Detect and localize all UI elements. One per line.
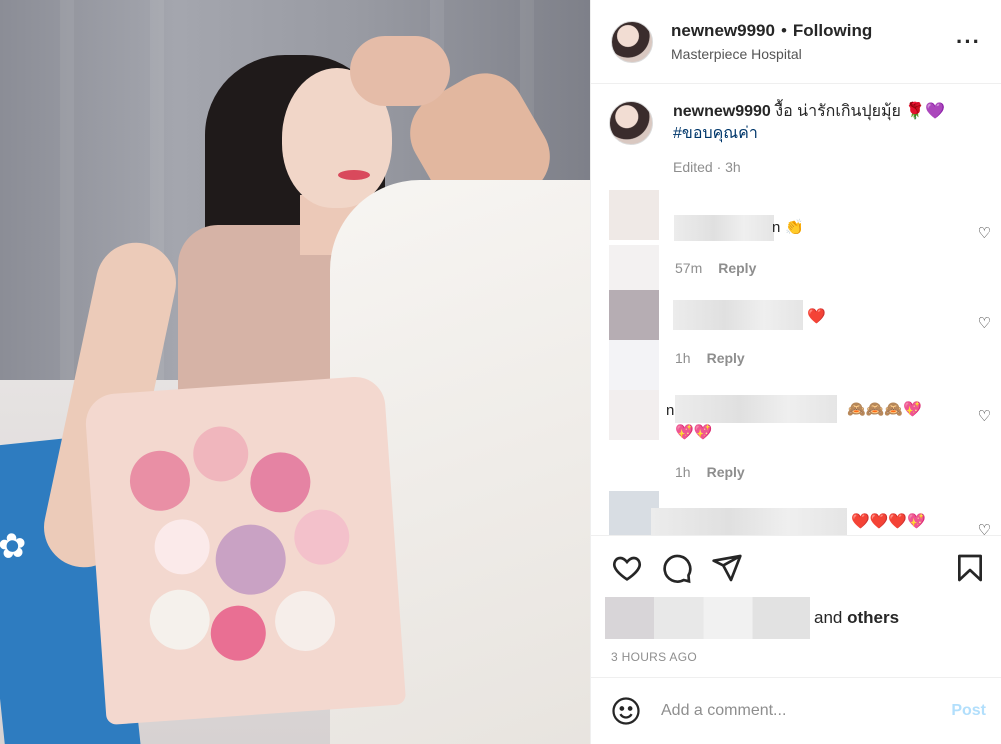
hydrangea bbox=[213, 522, 289, 597]
reply-button[interactable]: Reply bbox=[707, 350, 745, 366]
comment-age: 1h bbox=[675, 464, 691, 480]
comment-item: ❤️❤️❤️💖 ♡ bbox=[609, 491, 999, 535]
commenter-avatar-shadow bbox=[609, 245, 659, 295]
send-icon[interactable] bbox=[711, 552, 743, 584]
woman-lips bbox=[338, 170, 370, 180]
comment-text: n bbox=[666, 402, 675, 419]
comment-age: 1h bbox=[675, 350, 691, 366]
comment-like-heart-icon[interactable]: ♡ bbox=[978, 521, 991, 535]
comment-item: ❤️ ♡ 1h Reply bbox=[609, 290, 999, 390]
hashtag-link[interactable]: #ขอบคุณค่า bbox=[673, 123, 945, 145]
location-link[interactable]: Masterpiece Hospital bbox=[671, 46, 956, 62]
comment-emoji-line2: 💖💖 bbox=[675, 424, 713, 441]
likes-others-link[interactable]: others bbox=[847, 608, 899, 627]
heart-icon[interactable] bbox=[611, 552, 643, 584]
smile-icon[interactable] bbox=[611, 696, 641, 726]
rose bbox=[292, 507, 352, 567]
commenter-avatar-shadow bbox=[609, 340, 659, 390]
comment-like-heart-icon[interactable]: ♡ bbox=[978, 314, 991, 332]
caption-avatar[interactable] bbox=[609, 101, 653, 145]
instagram-post: ✿ newnew9990 • Following Masterpiece Hos… bbox=[0, 0, 1001, 744]
white-rose bbox=[152, 517, 212, 577]
man-hand bbox=[350, 36, 450, 106]
caption-body: newnew9990 งื้อ น่ารักเกินปุยมุ้ย 🌹💜 #ขอ… bbox=[673, 101, 945, 145]
flower-bouquet bbox=[83, 374, 407, 726]
comment-emoji: ❤️ bbox=[807, 308, 826, 325]
white-rose bbox=[147, 587, 212, 652]
lily bbox=[248, 450, 313, 515]
comment-text: n bbox=[772, 219, 781, 236]
following-button[interactable]: Following bbox=[793, 21, 872, 40]
reply-button[interactable]: Reply bbox=[707, 464, 745, 480]
header-text: newnew9990 • Following Masterpiece Hospita… bbox=[671, 21, 956, 62]
post-timestamp[interactable]: 3 HOURS AGO bbox=[611, 650, 1001, 664]
commenter-avatar[interactable] bbox=[609, 290, 659, 340]
commenter-name-redacted bbox=[673, 300, 803, 330]
post-details-panel: newnew9990 • Following Masterpiece Hospita… bbox=[590, 0, 1001, 744]
likes-summary[interactable]: and others bbox=[605, 596, 1001, 640]
gerbera bbox=[208, 603, 268, 663]
comment-like-heart-icon[interactable]: ♡ bbox=[978, 224, 991, 242]
comment-emoji: 👏 bbox=[785, 219, 804, 236]
caption: newnew9990 งื้อ น่ารักเกินปุยมุ้ย 🌹💜 #ขอ… bbox=[591, 85, 1001, 145]
comment-item: n 👏 ♡ 57m Reply bbox=[609, 190, 999, 295]
comment-item: n 🙈🙈🙈💖 💖💖 ♡ 1h Reply bbox=[609, 390, 999, 490]
likers-redacted bbox=[605, 597, 810, 639]
username-link[interactable]: newnew9990 bbox=[671, 21, 775, 40]
curtain-fold bbox=[60, 0, 74, 420]
commenter-avatar[interactable] bbox=[609, 190, 659, 240]
commenter-name-redacted bbox=[651, 508, 847, 535]
more-horizontal-icon[interactable]: ··· bbox=[956, 29, 981, 55]
bookmark-icon[interactable] bbox=[954, 552, 986, 584]
caption-text: งื้อ น่ารักเกินปุยมุ้ย 🌹💜 bbox=[775, 103, 946, 120]
commenter-name-redacted bbox=[674, 215, 774, 241]
rose bbox=[127, 448, 192, 513]
comment-age: 57m bbox=[675, 260, 703, 276]
post-photo[interactable]: ✿ bbox=[0, 0, 590, 744]
comments-list[interactable]: newnew9990 งื้อ น่ารักเกินปุยมุ้ย 🌹💜 #ขอ… bbox=[591, 85, 1001, 535]
commenter-name-redacted bbox=[675, 395, 837, 423]
caption-username[interactable]: newnew9990 bbox=[673, 103, 771, 120]
profile-avatar[interactable] bbox=[611, 20, 653, 63]
comment-icon[interactable] bbox=[661, 552, 693, 584]
commenter-avatar[interactable] bbox=[609, 390, 659, 440]
likes-and: and bbox=[814, 608, 843, 627]
edited-label: Edited · 3h bbox=[673, 159, 741, 175]
post-header: newnew9990 • Following Masterpiece Hospita… bbox=[591, 0, 1001, 84]
comment-meta: 57m Reply bbox=[675, 260, 756, 276]
comment-emoji: ❤️❤️❤️💖 bbox=[851, 513, 926, 530]
comment-meta: 1h Reply bbox=[675, 464, 745, 480]
comment-emoji: 🙈🙈🙈💖 bbox=[847, 401, 922, 418]
comment-like-heart-icon[interactable]: ♡ bbox=[978, 407, 991, 425]
action-icons bbox=[591, 536, 1001, 584]
reply-button[interactable]: Reply bbox=[718, 260, 756, 276]
separator-dot: • bbox=[780, 21, 787, 40]
likes-text: and others bbox=[814, 608, 899, 628]
white-rose bbox=[273, 588, 338, 654]
post-button[interactable]: Post bbox=[951, 702, 986, 720]
action-bar: and others 3 HOURS AGO bbox=[591, 535, 1001, 677]
rose bbox=[191, 424, 251, 484]
butterfly-logo-icon: ✿ bbox=[0, 526, 29, 567]
add-comment-bar: Post bbox=[591, 677, 1001, 744]
comment-meta: 1h Reply bbox=[675, 350, 745, 366]
comment-input[interactable] bbox=[661, 702, 952, 720]
